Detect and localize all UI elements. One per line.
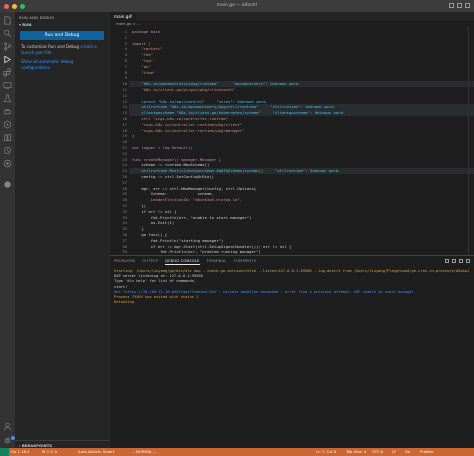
bottom-panel: PROBLEMS OUTPUT DEBUG CONSOLE TERMINAL COMME… <box>110 255 474 448</box>
status-bar: Go 1.18.4 ⊗ 0 ⚠ 0 Auto Attach: Smart -- NOR… <box>0 448 474 456</box>
breakpoints-label: BREAKPOINTS <box>21 442 53 448</box>
code-line[interactable]: var logger = log.Default() <box>132 145 193 151</box>
search-icon[interactable] <box>3 29 12 38</box>
customize-layout-icon[interactable] <box>465 3 470 8</box>
show-automatic-debug-configurations-link[interactable]: Show all automatic debug configurations. <box>15 55 109 70</box>
status-item[interactable]: Auto Attach: Smart <box>78 448 114 456</box>
run-section-header[interactable]: ▾ RUN <box>15 21 109 28</box>
run-and-debug-sidebar: RUN AND DEBUG ▾ RUN Run and Debug To cus… <box>15 12 110 448</box>
minimap-guide <box>467 27 468 255</box>
status-item[interactable]: Prettier <box>420 448 434 456</box>
tab-output[interactable]: OUTPUT <box>142 259 158 265</box>
manage-gear-icon[interactable] <box>3 436 15 445</box>
code-line[interactable]: "k8s.io/client-go/plugin/pkg/clientauth" <box>132 87 235 93</box>
line-number-gutter: 1 2 3 4 5 6 7 8 9 10 11 12 13 14 15 16 17 18 19 20 21 22 23 24 2… <box>110 27 129 255</box>
golang-icon[interactable] <box>3 159 12 168</box>
status-item[interactable]: Ln 7, Col 9 <box>316 448 336 456</box>
toggle-panel-icon[interactable] <box>457 3 462 8</box>
close-icon[interactable]: × <box>129 14 133 19</box>
code-line[interactable]: "time" <box>132 70 155 76</box>
panel-tab-bar: PROBLEMS OUTPUT DEBUG CONSOLE TERMINAL COMME… <box>114 259 256 265</box>
status-item[interactable]: Go <box>405 448 410 456</box>
accounts-icon[interactable] <box>3 422 12 431</box>
layout-controls <box>449 3 470 8</box>
run-section-label: RUN <box>22 22 32 27</box>
editor-tab-bar: main.go × <box>110 12 474 21</box>
maximize-panel-icon[interactable] <box>459 259 463 263</box>
toggle-sidebar-icon[interactable] <box>449 3 454 8</box>
customize-hint: To customize Run and Debug create a laun… <box>15 40 109 55</box>
console-line: Detaching <box>114 300 134 305</box>
status-item[interactable]: Go 1.18.4 <box>11 448 30 456</box>
remote-explorer-icon[interactable] <box>3 81 12 90</box>
timeline-icon[interactable] <box>3 146 12 155</box>
tab-terminal[interactable]: TERMINAL <box>207 259 227 265</box>
code-editor[interactable]: 1 2 3 4 5 6 7 8 9 10 11 12 13 14 15 16 17 18 19 20 21 22 23 24 2… <box>110 27 474 255</box>
status-item[interactable]: UTF-8 <box>372 448 383 456</box>
tab-main-go[interactable]: main.go × <box>110 12 136 21</box>
tab-debug-console[interactable]: DEBUG CONSOLE <box>165 259 200 265</box>
testing-icon[interactable] <box>3 94 12 103</box>
book-icon[interactable] <box>3 133 12 142</box>
extensions-icon[interactable] <box>3 68 12 77</box>
customize-text: To customize Run and Debug <box>21 44 81 49</box>
run-and-debug-icon[interactable] <box>3 55 12 64</box>
explorer-icon[interactable] <box>3 16 12 25</box>
tab-comments[interactable]: COMMENTS <box>233 259 256 265</box>
status-item[interactable]: -- NORMAL -- <box>132 448 156 456</box>
status-item[interactable]: Tab Size: 4 <box>346 448 366 456</box>
breakpoints-section-header[interactable]: › BREAKPOINTS <box>15 440 110 448</box>
code-line[interactable]: ) <box>132 133 134 139</box>
close-panel-icon[interactable] <box>466 259 470 263</box>
code-line[interactable]: config := ctrl.GetConfigOrDie() <box>132 174 214 180</box>
source-control-icon[interactable] <box>3 42 12 51</box>
code-line[interactable]: package main <box>132 29 160 35</box>
docker-icon[interactable] <box>3 107 12 116</box>
code-line[interactable]: "sigs.k8s.io/controller-runtime/pkg/mana… <box>132 128 244 134</box>
code-line[interactable]: LeaderElectionID: "d6ceb3a6.elotoo.io", <box>132 197 242 203</box>
filter-icon[interactable] <box>445 259 449 263</box>
window-title: main.go — k8sctrl <box>216 3 258 8</box>
status-item[interactable]: LF <box>392 448 396 456</box>
tab-problems[interactable]: PROBLEMS <box>114 259 135 265</box>
title-bar: main.go — k8sctrl <box>0 0 474 12</box>
gitlens-icon[interactable] <box>3 180 12 189</box>
kubernetes-icon[interactable] <box>3 120 12 129</box>
clear-console-icon[interactable] <box>452 259 456 263</box>
panel-actions <box>445 259 470 263</box>
remote-indicator[interactable] <box>0 448 9 456</box>
sidebar-header: RUN AND DEBUG <box>19 15 55 20</box>
activity-bar <box>0 12 15 448</box>
status-item[interactable]: ⊗ 0 ⚠ 0 <box>42 448 57 456</box>
run-and-debug-button[interactable]: Run and Debug <box>20 31 104 40</box>
